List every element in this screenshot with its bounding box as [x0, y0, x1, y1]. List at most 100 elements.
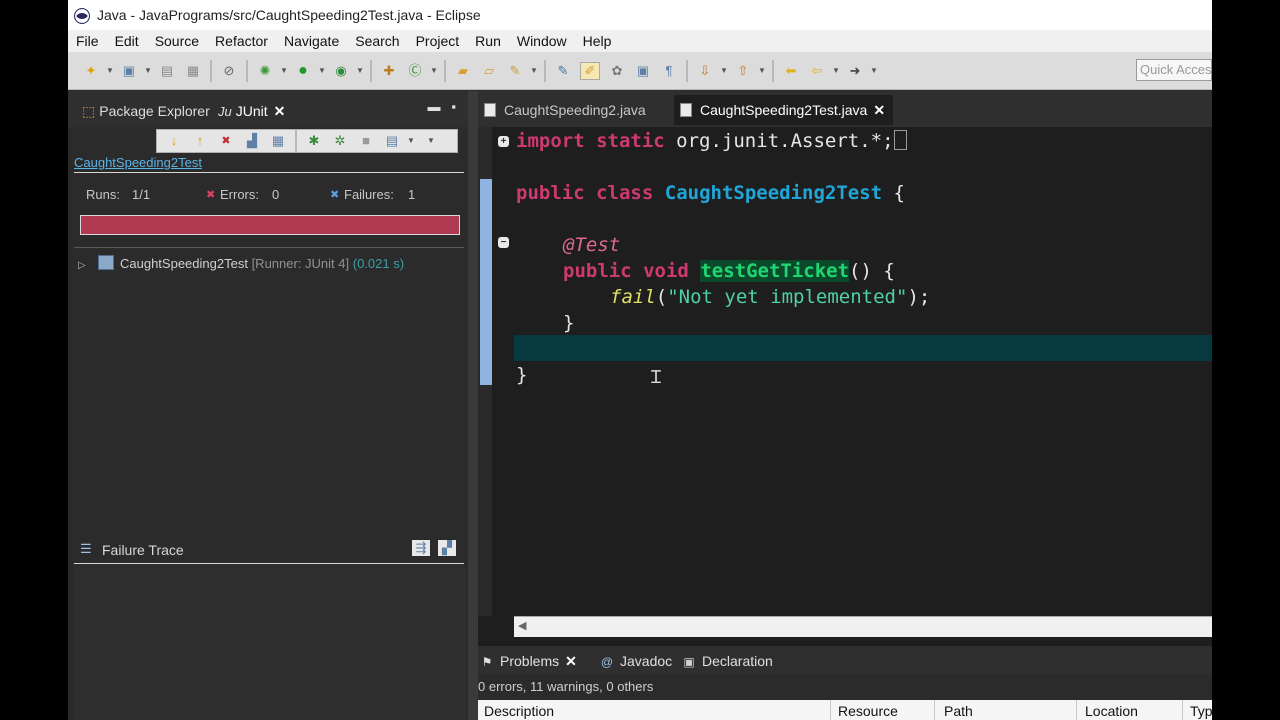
- test-tree-item-runner: [Runner: JUnit 4]: [251, 256, 350, 271]
- scroll-left-icon[interactable]: ◀: [518, 619, 526, 632]
- collapse-fold-icon[interactable]: −: [498, 237, 509, 248]
- stop-icon[interactable]: ■: [357, 133, 375, 149]
- show-whitespace-icon[interactable]: ▣: [634, 63, 652, 79]
- tab-problems-label: Problems: [500, 653, 560, 669]
- quick-access-input[interactable]: Quick Access: [1136, 59, 1212, 81]
- column-resource[interactable]: Resource: [838, 703, 898, 719]
- test-tree-item[interactable]: ▷ CaughtSpeeding2Test [Runner: JUnit 4] (…: [78, 255, 404, 271]
- last-edit-location-icon[interactable]: ⬅: [782, 63, 800, 79]
- tab-package-explorer-label: Package Explorer: [99, 103, 210, 119]
- tab-caughtspeeding2[interactable]: CaughtSpeeding2.java: [478, 95, 654, 125]
- tab-caughtspeeding2test[interactable]: CaughtSpeeding2Test.java ✕: [674, 95, 894, 125]
- scroll-lock-icon[interactable]: ▟: [243, 133, 261, 149]
- menu-file[interactable]: File: [68, 33, 107, 49]
- new-window-icon[interactable]: ▣: [120, 63, 138, 79]
- search-dropdown-icon[interactable]: ▼: [530, 63, 538, 79]
- test-run-history-icon[interactable]: ▤: [383, 133, 401, 149]
- expand-icon[interactable]: ▷: [78, 260, 92, 271]
- close-icon[interactable]: ✕: [873, 102, 885, 118]
- back-icon[interactable]: ⇦: [808, 63, 826, 79]
- editor-tabs: CaughtSpeeding2.java CaughtSpeeding2Test…: [478, 91, 1212, 127]
- runs-label: Runs:: [86, 187, 120, 202]
- external-tools-icon[interactable]: ◉: [332, 63, 350, 79]
- menu-window[interactable]: Window: [509, 33, 575, 49]
- menu-edit[interactable]: Edit: [107, 33, 147, 49]
- rerun-test-icon[interactable]: ✱: [305, 133, 323, 149]
- test-suite-icon: [98, 255, 114, 270]
- bottom-view-tabs: ⚑ Problems ✕ @ Javadoc ▣ Declaration: [478, 646, 1212, 674]
- view-splitter[interactable]: [468, 91, 478, 720]
- debug-icon[interactable]: ✺: [256, 63, 274, 79]
- tab-javadoc[interactable]: @ Javadoc: [600, 650, 672, 672]
- declaration-icon: ▣: [683, 655, 695, 669]
- open-task-icon[interactable]: ▱: [480, 63, 498, 79]
- failure-trace-area: [74, 565, 466, 720]
- external-tools-dropdown-icon[interactable]: ▼: [356, 63, 364, 79]
- new-java-project-icon[interactable]: ✚: [380, 63, 398, 79]
- previous-annotation-dropdown-icon[interactable]: ▼: [758, 63, 766, 79]
- debug-dropdown-icon[interactable]: ▼: [280, 63, 288, 79]
- tab-junit[interactable]: Ju JUnit ✕: [218, 100, 285, 122]
- new-icon[interactable]: ✦: [82, 63, 100, 79]
- search-icon[interactable]: ✎: [506, 63, 524, 79]
- close-icon[interactable]: ✕: [274, 103, 286, 119]
- column-type[interactable]: Typ: [1190, 703, 1212, 719]
- new-window-dropdown-icon[interactable]: ▼: [144, 63, 152, 79]
- pilcrow-icon[interactable]: ¶: [660, 63, 678, 79]
- next-annotation-dropdown-icon[interactable]: ▼: [720, 63, 728, 79]
- code-line-annotation: @Test: [563, 234, 621, 256]
- save-icon[interactable]: ▤: [158, 63, 176, 79]
- previous-failure-icon[interactable]: ↑: [191, 133, 209, 149]
- new-class-icon[interactable]: Ⓒ: [406, 63, 424, 79]
- menu-project[interactable]: Project: [408, 33, 468, 49]
- show-failures-only-icon[interactable]: ✖: [217, 133, 235, 149]
- new-dropdown-icon[interactable]: ▼: [106, 63, 114, 79]
- close-icon[interactable]: ✕: [565, 653, 577, 669]
- rerun-failed-first-icon[interactable]: ✲: [331, 133, 349, 149]
- skip-breakpoints-icon[interactable]: ⊘: [220, 63, 238, 79]
- junit-icon: Ju: [218, 104, 232, 119]
- previous-annotation-icon[interactable]: ⇧: [734, 63, 752, 79]
- tab-problems[interactable]: ⚑ Problems ✕: [480, 650, 577, 672]
- next-annotation-icon[interactable]: ⇩: [696, 63, 714, 79]
- menu-source[interactable]: Source: [147, 33, 207, 49]
- forward-dropdown-icon[interactable]: ▼: [870, 63, 878, 79]
- expand-fold-icon[interactable]: +: [498, 136, 509, 147]
- new-class-dropdown-icon[interactable]: ▼: [430, 63, 438, 79]
- tab-declaration-label: Declaration: [702, 653, 773, 669]
- menu-run[interactable]: Run: [467, 33, 509, 49]
- tab-package-explorer[interactable]: ⬚ Package Explorer: [82, 100, 210, 122]
- save-all-icon[interactable]: ▦: [184, 63, 202, 79]
- open-type-icon[interactable]: ▰: [454, 63, 472, 79]
- tab-declaration[interactable]: ▣ Declaration: [682, 650, 773, 672]
- toggle-block-selection-icon[interactable]: ✿: [608, 63, 626, 79]
- test-class-name[interactable]: CaughtSpeeding2Test: [74, 155, 202, 170]
- error-icon: ✖: [206, 189, 216, 201]
- horizontal-scrollbar[interactable]: ◀: [514, 616, 1212, 637]
- run-icon[interactable]: ●: [294, 62, 312, 79]
- menu-search[interactable]: Search: [347, 33, 407, 49]
- minimize-maximize-icon[interactable]: ▬ ▪: [428, 99, 456, 114]
- menu-refactor[interactable]: Refactor: [207, 33, 276, 49]
- show-skipped-icon[interactable]: ▦: [269, 133, 287, 149]
- package-explorer-icon: ⬚: [82, 103, 96, 119]
- back-dropdown-icon[interactable]: ▼: [832, 63, 840, 79]
- editor-ruler: [478, 127, 492, 616]
- view-menu-icon[interactable]: ▼: [427, 133, 435, 149]
- column-description[interactable]: Description: [484, 703, 554, 719]
- run-dropdown-icon[interactable]: ▼: [318, 63, 326, 79]
- forward-icon[interactable]: ➜: [846, 63, 864, 79]
- column-path[interactable]: Path: [944, 703, 973, 719]
- menu-help[interactable]: Help: [575, 33, 620, 49]
- folded-code-marker[interactable]: [893, 130, 907, 150]
- filter-stack-trace-icon[interactable]: ⇶: [412, 540, 430, 556]
- column-location[interactable]: Location: [1085, 703, 1138, 719]
- test-run-history-dropdown-icon[interactable]: ▼: [407, 133, 415, 149]
- next-failure-icon[interactable]: ↓: [165, 133, 183, 149]
- menu-navigate[interactable]: Navigate: [276, 33, 347, 49]
- toggle-mark-occurrences-icon[interactable]: ✐: [580, 61, 600, 80]
- code-editor[interactable]: + import static org.junit.Assert.*; publ…: [478, 127, 1212, 616]
- tab-caughtspeeding2test-label: CaughtSpeeding2Test.java: [700, 102, 868, 118]
- toggle-ant-icon[interactable]: ✎: [554, 63, 572, 79]
- compare-results-icon[interactable]: ▞: [438, 540, 456, 556]
